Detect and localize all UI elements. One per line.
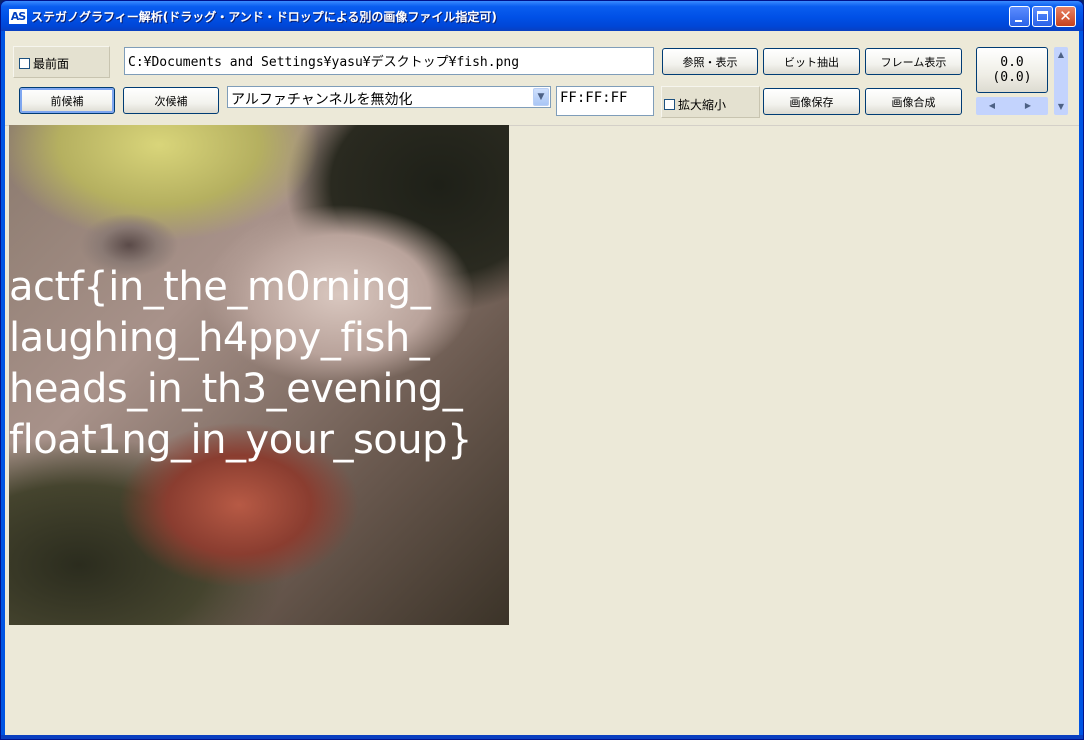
coordinate-value: 0.0 — [1000, 55, 1024, 70]
zoom-label: 拡大縮小 — [678, 98, 727, 112]
bit-extract-button[interactable]: ビット抽出 — [763, 48, 860, 75]
arrow-down-icon[interactable]: ▼ — [1054, 99, 1068, 115]
zoom-checkbox-box[interactable] — [664, 99, 675, 110]
toolbar: 最前面 C:¥Documents and Settings¥yasu¥デスクトッ… — [5, 31, 1079, 126]
arrow-up-icon[interactable]: ▲ — [1054, 47, 1068, 63]
zoom-checkbox[interactable]: 拡大縮小 — [664, 96, 726, 113]
next-candidate-button[interactable]: 次候補 — [123, 87, 219, 114]
window-title: ステガノグラフィー解析(ドラッグ・アンド・ドロップによる別の画像ファイル指定可) — [31, 10, 497, 24]
combine-image-button[interactable]: 画像合成 — [865, 88, 962, 115]
vertical-spinner[interactable]: ▲ ▼ — [1054, 47, 1068, 115]
previous-candidate-button[interactable]: 前候補 — [19, 87, 115, 114]
hidden-flag-text: actf{in_the_m0rning_ laughing_h4ppy_fish… — [9, 264, 472, 463]
coordinate-value-paren: (0.0) — [992, 70, 1032, 85]
mode-select-value: アルファチャンネルを無効化 — [231, 92, 413, 108]
color-value-input[interactable]: FF:FF:FF — [556, 86, 654, 116]
topmost-checkbox[interactable]: 最前面 — [19, 55, 69, 72]
arrow-left-icon[interactable]: ◀ — [982, 97, 1002, 115]
mode-select[interactable]: アルファチャンネルを無効化 ▼ — [227, 86, 551, 108]
window-bottom-border — [1, 735, 1083, 739]
topmost-checkbox-box[interactable] — [19, 58, 30, 69]
app-window: AS ステガノグラフィー解析(ドラッグ・アンド・ドロップによる別の画像ファイル指… — [0, 0, 1084, 740]
frame-display-button[interactable]: フレーム表示 — [865, 48, 962, 75]
chevron-down-icon[interactable]: ▼ — [533, 88, 549, 106]
minimize-button[interactable] — [1009, 6, 1030, 27]
browse-display-button[interactable]: 参照・表示 — [662, 48, 758, 75]
file-path-input[interactable]: C:¥Documents and Settings¥yasu¥デスクトップ¥fi… — [124, 47, 654, 75]
image-canvas[interactable]: actf{in_the_m0rning_ laughing_h4ppy_fish… — [9, 125, 509, 625]
save-image-button[interactable]: 画像保存 — [763, 88, 860, 115]
horizontal-spinner[interactable]: ◀ ▶ — [976, 97, 1048, 115]
app-icon: AS — [9, 9, 27, 24]
arrow-right-icon[interactable]: ▶ — [1018, 97, 1038, 115]
coordinate-display[interactable]: 0.0 (0.0) — [976, 47, 1048, 93]
minimize-icon — [1015, 20, 1022, 22]
topmost-label: 最前面 — [33, 57, 70, 71]
close-icon: ✕ — [1059, 7, 1072, 25]
maximize-icon — [1037, 11, 1048, 21]
title-bar[interactable]: AS ステガノグラフィー解析(ドラッグ・アンド・ドロップによる別の画像ファイル指… — [1, 1, 1083, 31]
close-button[interactable]: ✕ — [1055, 6, 1076, 27]
maximize-button[interactable] — [1032, 6, 1053, 27]
client-area: 最前面 C:¥Documents and Settings¥yasu¥デスクトッ… — [5, 31, 1079, 735]
